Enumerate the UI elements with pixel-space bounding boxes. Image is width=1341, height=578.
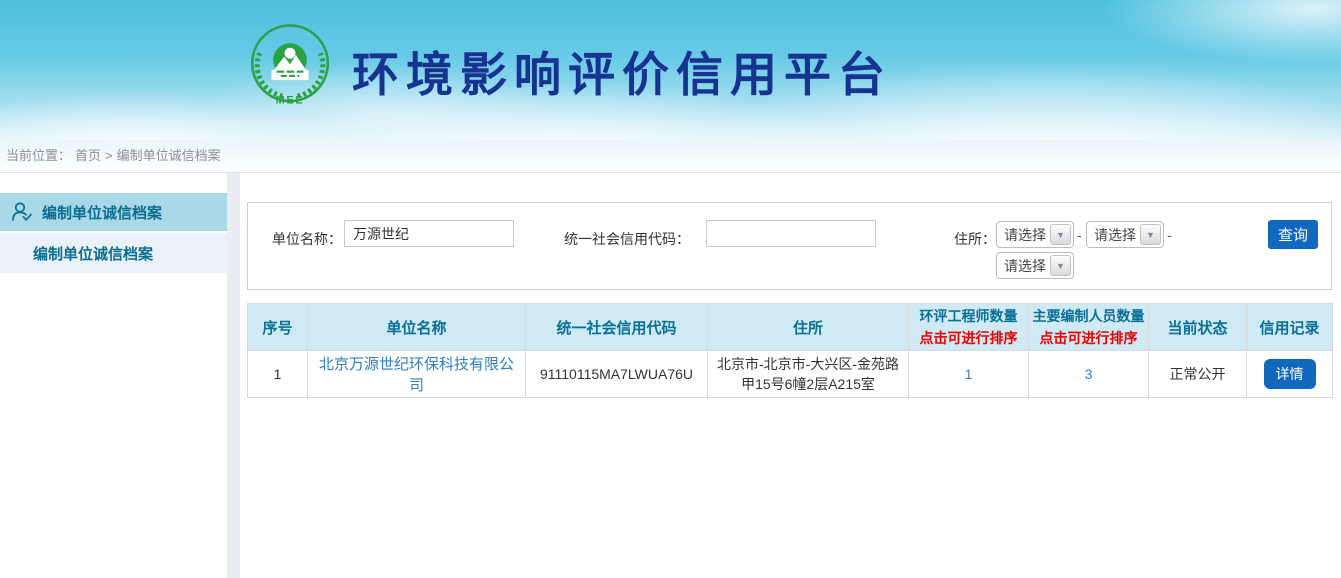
cell-address: 北京市-北京市-大兴区-金苑路甲15号6幢2层A215室 xyxy=(708,351,909,398)
unit-name-input[interactable] xyxy=(344,220,514,247)
mee-logo-text: MEE xyxy=(276,95,305,107)
address-label: 住所： xyxy=(954,229,996,249)
detail-button[interactable]: 详情 xyxy=(1264,359,1316,389)
table-row: 1 北京万源世纪环保科技有限公司 91110115MA7LWUA76U 北京市-… xyxy=(248,351,1333,398)
breadcrumb-home-link[interactable]: 首页 xyxy=(75,148,101,163)
engineer-count-link[interactable]: 1 xyxy=(965,366,973,382)
sidebar-divider xyxy=(227,173,240,578)
header-company: 单位名称 xyxy=(308,304,526,351)
breadcrumb-separator: > xyxy=(105,148,113,163)
site-banner: MEE 环境影响评价信用平台 xyxy=(0,0,1341,140)
address-dash-1: - xyxy=(1077,227,1082,243)
chevron-down-icon[interactable]: ▼ xyxy=(1050,224,1071,245)
breadcrumb-prefix: 当前位置： xyxy=(6,148,71,163)
header-staff-count-label: 主要编制人员数量 xyxy=(1033,308,1145,324)
sidebar: 编制单位诚信档案 编制单位诚信档案 xyxy=(0,173,227,578)
chevron-down-icon[interactable]: ▼ xyxy=(1050,255,1071,276)
sidebar-subitem-unit-credit-archive[interactable]: 编制单位诚信档案 xyxy=(0,233,227,273)
sidebar-item-unit-credit-archive[interactable]: 编制单位诚信档案 xyxy=(0,193,227,231)
address-district-value: 请选择 xyxy=(997,256,1050,276)
sort-hint-staff: 点击可进行排序 xyxy=(1029,328,1148,348)
chevron-down-icon[interactable]: ▼ xyxy=(1140,224,1161,245)
main-area: 编制单位诚信档案 编制单位诚信档案 单位名称： 统一社会信用代码： 住所： 请选… xyxy=(0,173,1341,578)
breadcrumb: 当前位置： 首页 > 编制单位诚信档案 xyxy=(0,140,1341,173)
address-city-select[interactable]: 请选择 ▼ xyxy=(1086,221,1164,248)
header-status: 当前状态 xyxy=(1149,304,1247,351)
header-index: 序号 xyxy=(248,304,308,351)
address-province-select[interactable]: 请选择 ▼ xyxy=(996,221,1074,248)
mee-logo-icon: MEE xyxy=(248,23,332,107)
site-title: 环境影响评价信用平台 xyxy=(352,36,892,105)
header-staff-count-sort[interactable]: 主要编制人员数量 点击可进行排序 xyxy=(1029,304,1149,351)
content-area: 单位名称： 统一社会信用代码： 住所： 请选择 ▼ - 请选择 ▼ - 请选择 … xyxy=(240,173,1341,578)
sidebar-item-label: 编制单位诚信档案 xyxy=(42,202,162,223)
header-engineer-count-sort[interactable]: 环评工程师数量 点击可进行排序 xyxy=(909,304,1029,351)
sort-hint-engineer: 点击可进行排序 xyxy=(909,328,1028,348)
breadcrumb-current: 编制单位诚信档案 xyxy=(117,148,221,163)
search-panel: 单位名称： 统一社会信用代码： 住所： 请选择 ▼ - 请选择 ▼ - 请选择 … xyxy=(247,202,1332,290)
person-check-icon xyxy=(10,200,34,224)
address-dash-2: - xyxy=(1167,227,1172,243)
header-address: 住所 xyxy=(708,304,909,351)
header-credit-code: 统一社会信用代码 xyxy=(526,304,708,351)
credit-code-label: 统一社会信用代码： xyxy=(564,229,690,249)
query-button[interactable]: 查询 xyxy=(1268,220,1318,249)
address-province-value: 请选择 xyxy=(997,225,1050,245)
company-link[interactable]: 北京万源世纪环保科技有限公司 xyxy=(319,356,514,394)
staff-count-link[interactable]: 3 xyxy=(1085,366,1093,382)
credit-code-input[interactable] xyxy=(706,220,876,247)
address-district-select[interactable]: 请选择 ▼ xyxy=(996,252,1074,279)
results-table: 序号 单位名称 统一社会信用代码 住所 环评工程师数量 点击可进行排序 主要编制… xyxy=(247,303,1333,398)
header-credit-record: 信用记录 xyxy=(1247,304,1333,351)
table-header-row: 序号 单位名称 统一社会信用代码 住所 环评工程师数量 点击可进行排序 主要编制… xyxy=(248,304,1333,351)
address-city-value: 请选择 xyxy=(1087,225,1140,245)
unit-name-label: 单位名称： xyxy=(272,229,342,249)
cell-credit-code: 91110115MA7LWUA76U xyxy=(526,351,708,398)
cell-status: 正常公开 xyxy=(1149,351,1247,398)
header-engineer-count-label: 环评工程师数量 xyxy=(920,308,1018,324)
cell-index: 1 xyxy=(248,351,308,398)
